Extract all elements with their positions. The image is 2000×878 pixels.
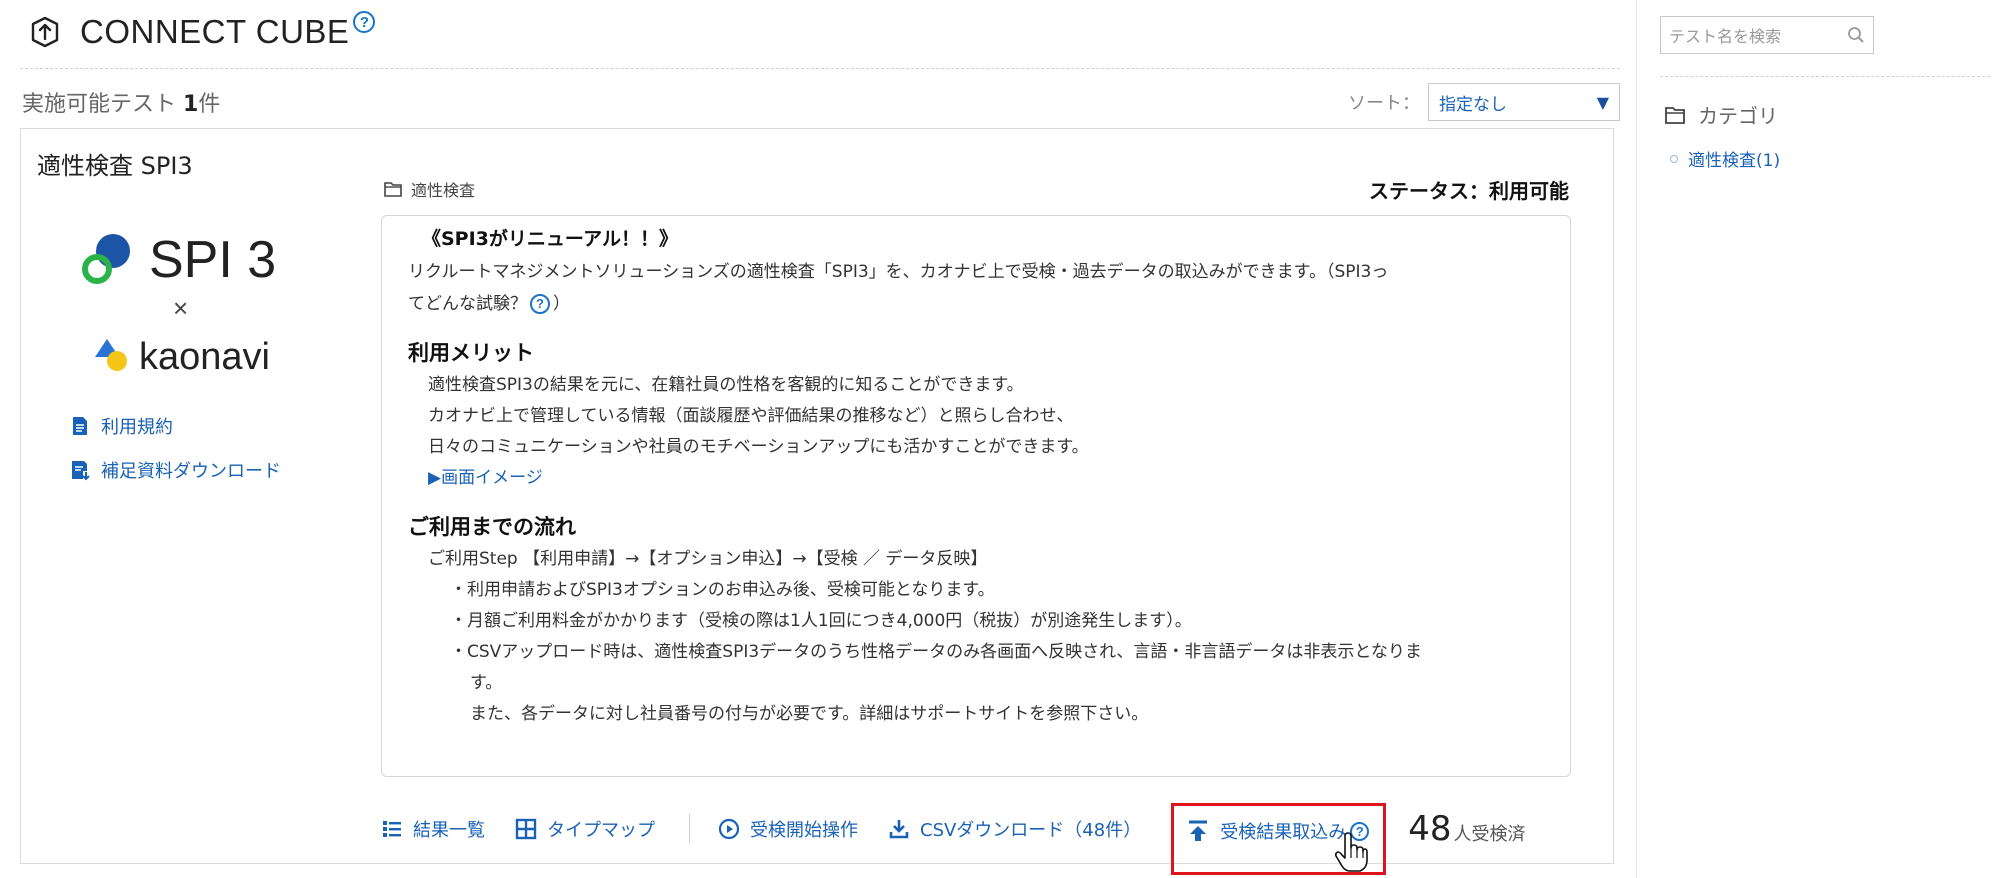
- svg-text:SPI 3: SPI 3: [149, 231, 276, 289]
- help-icon[interactable]: ?: [530, 294, 550, 314]
- play-icon: [718, 818, 740, 840]
- card-category: 適性検査: [383, 177, 475, 201]
- download-icon: [889, 820, 909, 839]
- taken-count: 48 人受検済: [1408, 809, 1526, 849]
- test-card: 適性検査 SPI3 SPI 3 × kaonavi 利用規約 補足資料ダウンロー…: [20, 128, 1614, 875]
- dropdown-arrow-icon: ▼: [1596, 92, 1609, 112]
- list-icon: [383, 821, 401, 837]
- app-header: CONNECT CUBE ?: [28, 11, 376, 52]
- merit-line: カオナビ上で管理している情報（面談履歴や評価結果の推移など）と照らし合わせ、: [428, 406, 1074, 426]
- search-input[interactable]: テスト名を検索: [1660, 16, 1874, 54]
- terms-link[interactable]: 利用規約: [69, 411, 281, 441]
- start-exam-button[interactable]: 受検開始操作: [718, 816, 858, 842]
- bullet-icon: [1670, 154, 1678, 163]
- connect-cube-icon: [31, 16, 59, 48]
- divider: [1660, 76, 1990, 77]
- flow-line-continued: また、各データに対し社員番号の付与が必要です。詳細はサポートサイトを参照下さい。: [470, 704, 1149, 724]
- flow-heading: ご利用までの流れ: [408, 515, 576, 539]
- merit-line: 日々のコミュニケーションや社員のモチベーションアップにも活かすことができます。: [428, 437, 1089, 457]
- flow-line: ・CSVアップロード時は、適性検査SPI3データのうち性格データのみ各画面へ反映…: [450, 642, 1422, 662]
- type-map-button[interactable]: タイプマップ: [515, 816, 655, 842]
- document-icon: [73, 417, 87, 435]
- download-document-icon: [72, 461, 90, 481]
- category-heading: カテゴリ: [1664, 100, 1778, 129]
- column-divider: [1636, 0, 1637, 878]
- sort-select[interactable]: 指定なし ▼: [1428, 83, 1620, 121]
- merit-line: 適性検査SPI3の結果を元に、在籍社員の性格を客観的に知ることができます。: [428, 375, 1024, 395]
- toolbar-separator: [689, 814, 690, 844]
- flow-line: ・利用申請およびSPI3オプションのお申込み後、受検可能となります。: [450, 580, 995, 600]
- category-item[interactable]: 適性検査(1): [1670, 146, 1780, 171]
- svg-text:kaonavi: kaonavi: [139, 336, 270, 378]
- csv-download-button[interactable]: CSVダウンロード（48件）: [888, 816, 1141, 842]
- help-icon[interactable]: ?: [353, 11, 376, 33]
- merit-heading: 利用メリット: [408, 341, 534, 365]
- spi3-kaonavi-logo: SPI 3 × kaonavi: [82, 231, 276, 378]
- sort-control: ソート： 指定なし ▼: [1348, 83, 1620, 121]
- card-title: 適性検査 SPI3: [37, 152, 193, 180]
- description-headline: 《SPI3がリニューアル！！》: [422, 228, 678, 250]
- sort-label: ソート：: [1348, 93, 1420, 114]
- search-icon[interactable]: [1847, 26, 1865, 44]
- card-toolbar: 結果一覧 タイプマップ 受検開始操作 CSVダウンロード（48件） 受検結果取込…: [381, 803, 1526, 875]
- supplement-download-link[interactable]: 補足資料ダウンロード: [69, 455, 281, 485]
- flow-line: ・月額ご利用料金がかかります（受検の際は1人1回につき4,000円（税抜）が別途…: [450, 611, 1192, 631]
- import-results-highlight: 受検結果取込み ?: [1171, 803, 1387, 875]
- hand-cursor-icon: [1335, 832, 1369, 872]
- available-test-count: 実施可能テスト 1件: [22, 92, 221, 117]
- folder-icon: [384, 182, 402, 197]
- results-list-button[interactable]: 結果一覧: [381, 816, 485, 842]
- flow-line-continued: す。: [470, 673, 503, 693]
- upload-icon: [1189, 820, 1208, 841]
- sidebar: テスト名を検索 カテゴリ 適性検査(1): [1660, 0, 1990, 878]
- grid-icon: [515, 818, 537, 840]
- flow-step: ご利用Step 【利用申請】→【オプション申込】→【受検 ／ データ反映】: [428, 549, 988, 569]
- screen-image-link[interactable]: ▶画面イメージ: [408, 463, 1544, 494]
- description-box: 《SPI3がリニューアル！！》 リクルートマネジメントソリューションズの適性検査…: [381, 215, 1571, 777]
- folder-icon: [1665, 106, 1685, 124]
- page-title: CONNECT CUBE: [80, 13, 350, 50]
- status-badge: ステータス：利用可能: [1369, 179, 1569, 203]
- description-intro: リクルートマネジメントソリューションズの適性検査「SPI3」を、カオナビ上で受検…: [408, 262, 1389, 314]
- card-side-links: 利用規約 補足資料ダウンロード: [69, 411, 281, 499]
- main-column: CONNECT CUBE ? 実施可能テスト 1件 ソート： 指定なし ▼ 適性…: [20, 0, 1620, 878]
- divider: [20, 68, 1620, 69]
- svg-text:×: ×: [173, 293, 188, 323]
